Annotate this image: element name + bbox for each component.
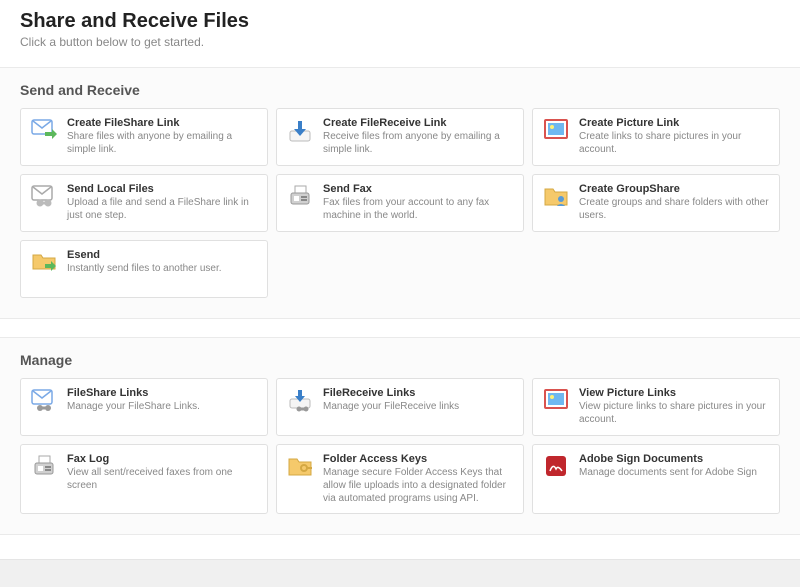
card-title: Create FileReceive Link bbox=[323, 117, 513, 129]
card-desc: Instantly send files to another user. bbox=[67, 262, 222, 275]
adobe-sign-icon bbox=[543, 455, 569, 481]
section-manage: Manage FileShare Links Manage your FileS… bbox=[0, 337, 800, 535]
card-desc: Manage documents sent for Adobe Sign bbox=[579, 466, 757, 479]
card-title: FileShare Links bbox=[67, 387, 200, 399]
fileshare-links-button[interactable]: FileShare Links Manage your FileShare Li… bbox=[20, 378, 268, 436]
card-desc: Receive files from anyone by emailing a … bbox=[323, 130, 513, 156]
card-title: Folder Access Keys bbox=[323, 453, 513, 465]
card-desc: Manage your FileReceive links bbox=[323, 400, 459, 413]
card-title: Create FileShare Link bbox=[67, 117, 257, 129]
envelope-links-icon bbox=[31, 389, 57, 415]
folder-access-keys-button[interactable]: Folder Access Keys Manage secure Folder … bbox=[276, 444, 524, 514]
card-desc: Manage your FileShare Links. bbox=[67, 400, 200, 413]
view-picture-links-button[interactable]: View Picture Links View picture links to… bbox=[532, 378, 780, 436]
card-desc: Fax files from your account to any fax m… bbox=[323, 196, 513, 222]
page-subtitle: Click a button below to get started. bbox=[20, 35, 780, 49]
picture-frame-icon bbox=[543, 389, 569, 415]
card-title: Send Fax bbox=[323, 183, 513, 195]
fax-machine-icon bbox=[287, 185, 313, 211]
inbox-links-icon bbox=[287, 389, 313, 415]
folder-key-icon bbox=[287, 455, 313, 481]
page-title: Share and Receive Files bbox=[20, 10, 780, 33]
filereceive-links-button[interactable]: FileReceive Links Manage your FileReceiv… bbox=[276, 378, 524, 436]
adobe-sign-documents-button[interactable]: Adobe Sign Documents Manage documents se… bbox=[532, 444, 780, 514]
card-title: FileReceive Links bbox=[323, 387, 459, 399]
card-desc: Create links to share pictures in your a… bbox=[579, 130, 769, 156]
folder-send-icon bbox=[31, 251, 57, 277]
card-desc: Share files with anyone by emailing a si… bbox=[67, 130, 257, 156]
inbox-download-icon bbox=[287, 119, 313, 145]
create-picture-link-button[interactable]: Create Picture Link Create links to shar… bbox=[532, 108, 780, 166]
envelope-link-icon bbox=[31, 185, 57, 211]
fax-machine-icon bbox=[31, 455, 57, 481]
section-title-manage: Manage bbox=[20, 352, 780, 368]
envelope-share-icon bbox=[31, 119, 57, 145]
folder-user-icon bbox=[543, 185, 569, 211]
card-title: Adobe Sign Documents bbox=[579, 453, 757, 465]
card-desc: Upload a file and send a FileShare link … bbox=[67, 196, 257, 222]
fax-log-button[interactable]: Fax Log View all sent/received faxes fro… bbox=[20, 444, 268, 514]
card-title: View Picture Links bbox=[579, 387, 769, 399]
esend-button[interactable]: Esend Instantly send files to another us… bbox=[20, 240, 268, 298]
send-fax-button[interactable]: Send Fax Fax files from your account to … bbox=[276, 174, 524, 232]
card-title: Send Local Files bbox=[67, 183, 257, 195]
picture-frame-icon bbox=[543, 119, 569, 145]
card-desc: View all sent/received faxes from one sc… bbox=[67, 466, 257, 492]
footer-bar bbox=[0, 559, 800, 587]
card-title: Create Picture Link bbox=[579, 117, 769, 129]
card-desc: Create groups and share folders with oth… bbox=[579, 196, 769, 222]
card-desc: View picture links to share pictures in … bbox=[579, 400, 769, 426]
card-title: Fax Log bbox=[67, 453, 257, 465]
create-filereceive-link-button[interactable]: Create FileReceive Link Receive files fr… bbox=[276, 108, 524, 166]
section-title-send-receive: Send and Receive bbox=[20, 82, 780, 98]
card-title: Create GroupShare bbox=[579, 183, 769, 195]
section-send-receive: Send and Receive Create FileShare Link S… bbox=[0, 67, 800, 319]
card-title: Esend bbox=[67, 249, 222, 261]
card-desc: Manage secure Folder Access Keys that al… bbox=[323, 466, 513, 505]
send-local-files-button[interactable]: Send Local Files Upload a file and send … bbox=[20, 174, 268, 232]
create-groupshare-button[interactable]: Create GroupShare Create groups and shar… bbox=[532, 174, 780, 232]
create-fileshare-link-button[interactable]: Create FileShare Link Share files with a… bbox=[20, 108, 268, 166]
